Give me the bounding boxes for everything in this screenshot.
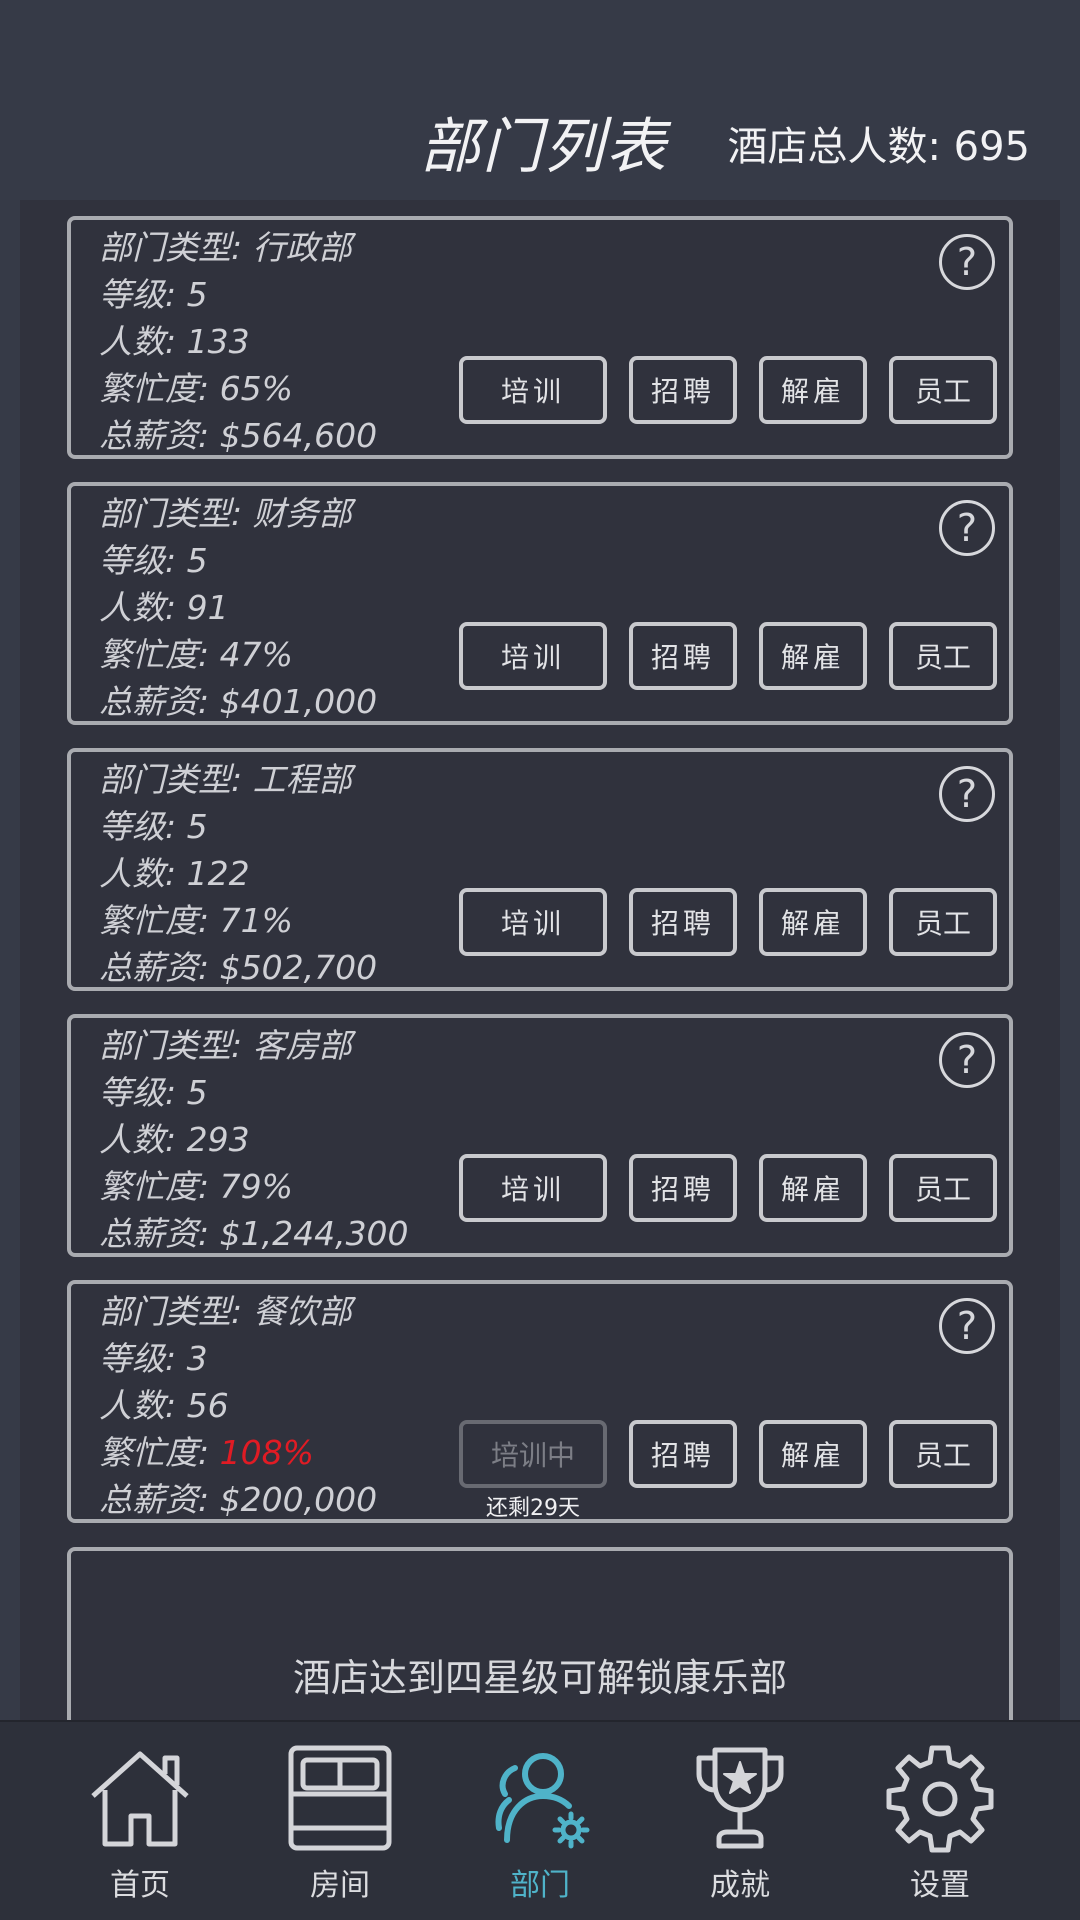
busyness-value: 71%: [219, 901, 293, 940]
recruit-button[interactable]: 招聘: [629, 1154, 737, 1222]
department-busyness: 繁忙度: 47%: [99, 635, 293, 674]
department-level: 等级: 5: [99, 541, 208, 580]
department-card-admin: 部门类型: 行政部 等级: 5 人数: 133 繁忙度: 65% 总薪资: $5…: [67, 216, 1013, 459]
fire-button[interactable]: 解雇: [759, 356, 867, 424]
department-salary: 总薪资: $401,000: [99, 682, 378, 721]
staff-button[interactable]: 员工: [889, 888, 997, 956]
help-icon[interactable]: ?: [939, 1298, 995, 1354]
department-headcount: 人数: 133: [99, 322, 250, 361]
department-card-finance: 部门类型: 财务部 等级: 5 人数: 91 繁忙度: 47% 总薪资: $40…: [67, 482, 1013, 725]
nav-item-settings[interactable]: 设置: [870, 1744, 1010, 1914]
people-gear-icon: [495, 1753, 590, 1849]
department-card-food-beverage: 部门类型: 餐饮部 等级: 3 人数: 56 繁忙度: 108% 总薪资: $2…: [67, 1280, 1013, 1523]
help-icon[interactable]: ?: [939, 234, 995, 290]
trophy-icon: [696, 1747, 784, 1849]
department-headcount: 人数: 122: [99, 854, 250, 893]
staff-button[interactable]: 员工: [889, 356, 997, 424]
gear-icon: [886, 1745, 994, 1853]
recruit-button[interactable]: 招聘: [629, 1420, 737, 1488]
help-icon[interactable]: ?: [939, 500, 995, 556]
department-salary: 总薪资: $564,600: [99, 416, 378, 455]
nav-item-home[interactable]: 首页: [70, 1744, 210, 1914]
department-busyness: 繁忙度: 108%: [99, 1433, 314, 1472]
department-level: 等级: 3: [99, 1339, 208, 1378]
help-icon[interactable]: ?: [939, 766, 995, 822]
staff-button[interactable]: 员工: [889, 622, 997, 690]
train-button[interactable]: 培训: [459, 1154, 607, 1222]
train-button[interactable]: 培训: [459, 356, 607, 424]
department-info: 部门类型: 工程部 等级: 5 人数: 122 繁忙度: 71% 总薪资: $5…: [99, 756, 377, 991]
bed-icon: [288, 1745, 392, 1851]
department-level: 等级: 5: [99, 1073, 208, 1112]
department-type: 部门类型: 财务部: [99, 494, 352, 533]
department-card-engineering: 部门类型: 工程部 等级: 5 人数: 122 繁忙度: 71% 总薪资: $5…: [67, 748, 1013, 991]
department-type: 部门类型: 客房部: [99, 1026, 352, 1065]
help-icon[interactable]: ?: [939, 1032, 995, 1088]
department-list[interactable]: 部门类型: 行政部 等级: 5 人数: 133 繁忙度: 65% 总薪资: $5…: [20, 200, 1060, 1720]
department-type: 部门类型: 餐饮部: [99, 1292, 352, 1331]
fire-button[interactable]: 解雇: [759, 1420, 867, 1488]
department-type: 部门类型: 工程部: [99, 760, 352, 799]
department-level: 等级: 5: [99, 275, 208, 314]
recruit-button[interactable]: 招聘: [629, 888, 737, 956]
department-info: 部门类型: 客房部 等级: 5 人数: 293 繁忙度: 79% 总薪资: $1…: [99, 1022, 409, 1257]
fire-button[interactable]: 解雇: [759, 888, 867, 956]
busyness-value: 79%: [219, 1167, 293, 1206]
train-button[interactable]: 培训: [459, 622, 607, 690]
nav-label: 首页: [110, 1868, 170, 1903]
header: 部门列表 酒店总人数: 695: [0, 0, 1080, 200]
nav-item-departments[interactable]: 部门: [470, 1744, 610, 1914]
fire-button[interactable]: 解雇: [759, 622, 867, 690]
fire-button[interactable]: 解雇: [759, 1154, 867, 1222]
train-button[interactable]: 培训: [459, 888, 607, 956]
department-info: 部门类型: 财务部 等级: 5 人数: 91 繁忙度: 47% 总薪资: $40…: [99, 490, 377, 725]
total-staff-count: 酒店总人数: 695: [727, 124, 1030, 170]
department-headcount: 人数: 56: [99, 1386, 229, 1425]
department-salary: 总薪资: $1,244,300: [99, 1214, 409, 1253]
department-busyness: 繁忙度: 79%: [99, 1167, 293, 1206]
busyness-value-overload: 108%: [219, 1433, 314, 1472]
department-type: 部门类型: 行政部: [99, 228, 352, 267]
busyness-value: 47%: [219, 635, 293, 674]
department-headcount: 人数: 91: [99, 588, 229, 627]
nav-label: 成就: [710, 1868, 770, 1903]
staff-button[interactable]: 员工: [889, 1420, 997, 1488]
busyness-value: 65%: [219, 369, 293, 408]
department-info: 部门类型: 餐饮部 等级: 3 人数: 56 繁忙度: 108% 总薪资: $2…: [99, 1288, 377, 1523]
department-card-housekeeping: 部门类型: 客房部 等级: 5 人数: 293 繁忙度: 79% 总薪资: $1…: [67, 1014, 1013, 1257]
nav-item-rooms[interactable]: 房间: [270, 1744, 410, 1914]
training-remaining-days: 还剩29天: [486, 1496, 580, 1521]
training-in-progress-button: 培训中: [459, 1420, 607, 1488]
locked-department-card: 酒店达到四星级可解锁康乐部: [67, 1547, 1013, 1720]
nav-label: 房间: [310, 1868, 370, 1903]
department-busyness: 繁忙度: 65%: [99, 369, 293, 408]
recruit-button[interactable]: 招聘: [629, 622, 737, 690]
recruit-button[interactable]: 招聘: [629, 356, 737, 424]
nav-item-achievements[interactable]: 成就: [670, 1744, 810, 1914]
department-salary: 总薪资: $200,000: [99, 1480, 378, 1519]
page-title: 部门列表: [420, 112, 668, 182]
department-info: 部门类型: 行政部 等级: 5 人数: 133 繁忙度: 65% 总薪资: $5…: [99, 224, 377, 459]
department-level: 等级: 5: [99, 807, 208, 846]
home-icon: [91, 1751, 189, 1847]
department-headcount: 人数: 293: [99, 1120, 250, 1159]
staff-button[interactable]: 员工: [889, 1154, 997, 1222]
nav-label: 设置: [910, 1868, 970, 1903]
nav-label: 部门: [510, 1868, 570, 1903]
locked-department-text: 酒店达到四星级可解锁康乐部: [292, 1656, 787, 1700]
department-salary: 总薪资: $502,700: [99, 948, 378, 987]
department-busyness: 繁忙度: 71%: [99, 901, 293, 940]
bottom-navigation: 首页 房间 部门 成就 设置: [0, 1720, 1080, 1920]
